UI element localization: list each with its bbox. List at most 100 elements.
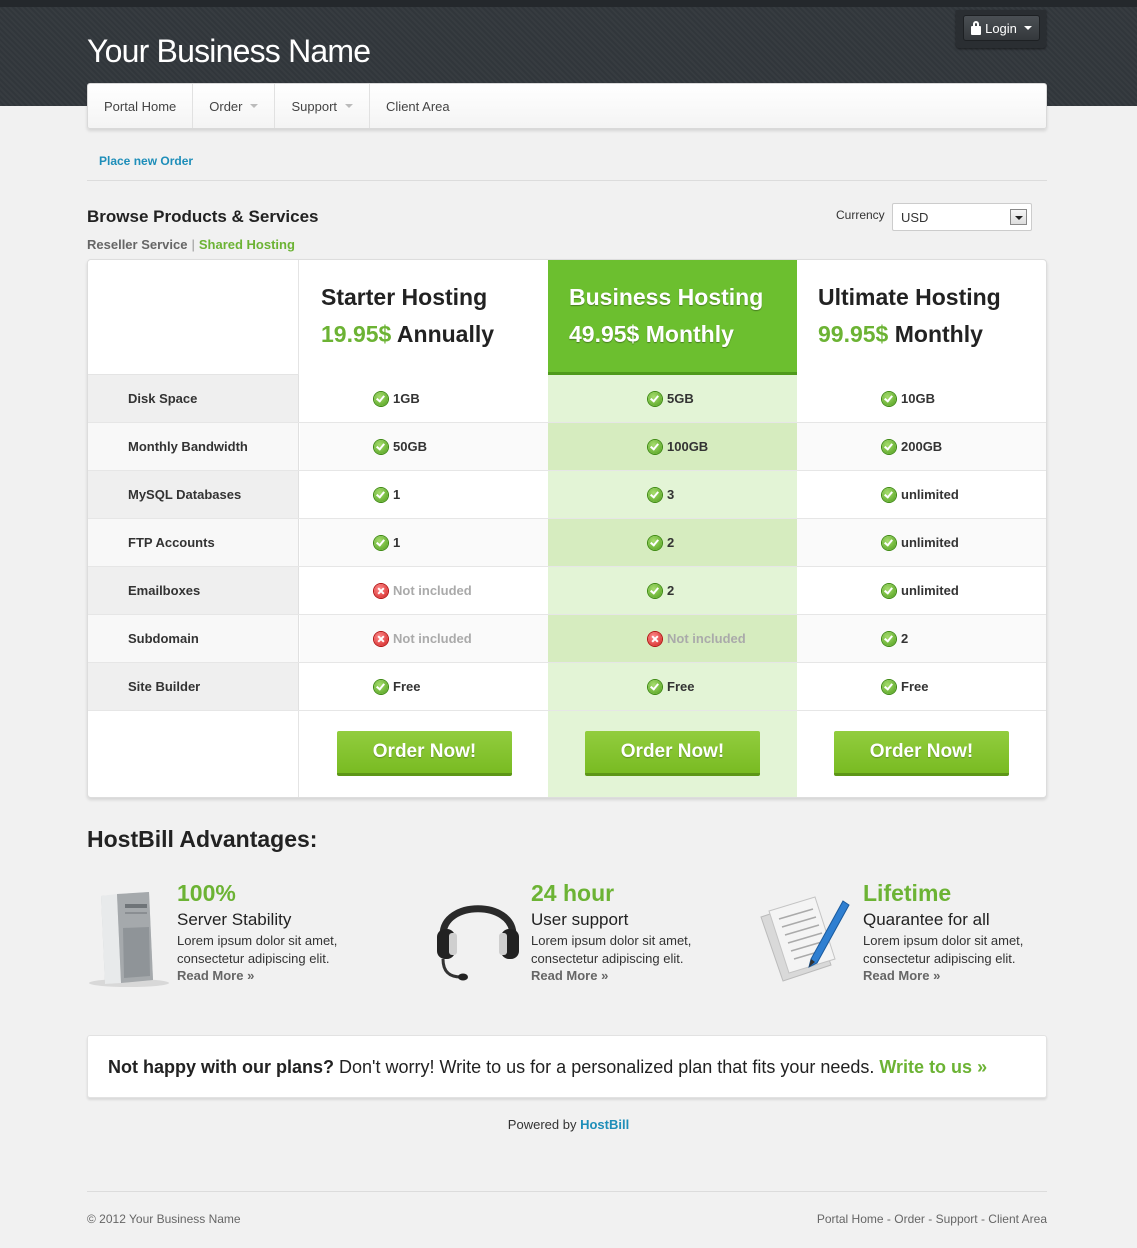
- order-cell: Order Now!: [300, 711, 548, 797]
- read-more-link[interactable]: Read More »: [531, 968, 608, 983]
- check-icon: [374, 535, 388, 550]
- dropdown-arrow-icon[interactable]: [1010, 209, 1027, 225]
- check-icon: [882, 487, 896, 502]
- footer-separator: -: [883, 1212, 895, 1226]
- order-cell: Order Now!: [797, 711, 1046, 797]
- check-icon: [374, 487, 388, 502]
- feature-cell: 1: [300, 519, 548, 566]
- pricing-corner: [88, 260, 299, 375]
- category-link-shared-hosting[interactable]: Shared Hosting: [199, 237, 295, 252]
- feature-cell: Free: [300, 663, 548, 710]
- nav-item-portal-home[interactable]: Portal Home: [88, 84, 194, 128]
- write-to-us-link[interactable]: Write to us »: [879, 1057, 987, 1077]
- read-more-link[interactable]: Read More »: [177, 968, 254, 983]
- advantage-desc: Lorem ipsum dolor sit amet, consectetur …: [531, 933, 692, 966]
- feature-value: 5GB: [667, 391, 694, 406]
- advantages-title: HostBill Advantages:: [87, 826, 318, 852]
- plan-cycle: Monthly: [894, 321, 983, 347]
- cross-icon: [374, 631, 388, 646]
- check-icon: [648, 583, 662, 598]
- feature-value: 2: [667, 583, 675, 598]
- feature-value: Free: [393, 679, 421, 694]
- feature-cell: unlimited: [797, 471, 1046, 518]
- order-now-button-starter[interactable]: Order Now!: [337, 731, 512, 776]
- feature-label: Emailboxes: [88, 567, 299, 614]
- nav-label: Client Area: [386, 98, 450, 114]
- feature-value: 100GB: [667, 439, 709, 454]
- feature-label: MySQL Databases: [88, 471, 299, 518]
- feature-value: 2: [901, 631, 909, 646]
- pricing-table: Starter Hosting 19.95$ Annually Business…: [87, 259, 1047, 798]
- check-icon: [882, 583, 896, 598]
- feature-value: Free: [667, 679, 695, 694]
- advantage-desc: Lorem ipsum dolor sit amet, consectetur …: [863, 933, 1024, 966]
- login-tab: Login: [956, 10, 1046, 48]
- cross-icon: [374, 583, 388, 598]
- plan-cycle: Monthly: [645, 321, 734, 347]
- feature-cell: 2: [797, 615, 1046, 662]
- nav-item-client-area[interactable]: Client Area: [370, 84, 466, 128]
- plan-header-starter: Starter Hosting 19.95$ Annually: [300, 260, 548, 375]
- caret-down-icon: [1023, 26, 1032, 30]
- footer-link-order[interactable]: Order: [894, 1212, 925, 1226]
- brand-title[interactable]: Your Business Name: [87, 33, 371, 70]
- feature-row: Monthly Bandwidth 50GB 100GB 200GB: [88, 423, 1046, 471]
- advantage-subline: User support: [531, 910, 629, 929]
- currency-label: Currency: [836, 208, 885, 222]
- server-icon: [89, 892, 169, 987]
- footer-link-support[interactable]: Support: [936, 1212, 978, 1226]
- order-row-corner: [88, 711, 299, 797]
- plan-amount: 99.95$: [818, 321, 889, 347]
- read-more-link[interactable]: Read More »: [863, 968, 940, 983]
- feature-cell: Not included: [300, 615, 548, 662]
- feature-label: Subdomain: [88, 615, 299, 662]
- advantage-headline: 100%: [177, 880, 236, 906]
- login-button[interactable]: Login: [963, 15, 1040, 41]
- feature-cell: 5GB: [548, 375, 797, 422]
- category-separator: |: [191, 237, 195, 252]
- check-icon: [648, 391, 662, 406]
- check-icon: [882, 391, 896, 406]
- category-links: Reseller Service | Shared Hosting: [87, 237, 295, 252]
- advantage-desc: Lorem ipsum dolor sit amet, consectetur …: [177, 933, 338, 966]
- currency-select[interactable]: USD: [892, 203, 1032, 231]
- feature-value: 1: [393, 535, 401, 550]
- feature-value: 10GB: [901, 391, 935, 406]
- feature-label: Monthly Bandwidth: [88, 423, 299, 470]
- check-icon: [882, 535, 896, 550]
- hostbill-link[interactable]: HostBill: [580, 1117, 629, 1132]
- headset-icon: [437, 905, 519, 981]
- nav-label: Portal Home: [104, 98, 177, 114]
- check-icon: [882, 679, 896, 694]
- feature-value: 2: [667, 535, 675, 550]
- section-title: Browse Products & Services: [87, 207, 319, 226]
- order-now-button-business[interactable]: Order Now!: [585, 731, 760, 776]
- plan-amount: 49.95$: [569, 321, 640, 347]
- footer-link-portal-home[interactable]: Portal Home: [817, 1212, 884, 1226]
- check-icon: [882, 439, 896, 454]
- nav-item-order[interactable]: Order: [193, 84, 276, 128]
- category-link-reseller[interactable]: Reseller Service: [87, 237, 187, 252]
- plan-price: 19.95$ Annually: [321, 321, 548, 348]
- banner-bold: Not happy with our plans?: [108, 1057, 334, 1077]
- feature-cell: 100GB: [548, 423, 797, 470]
- feature-cell: 2: [548, 519, 797, 566]
- powered-prefix: Powered by: [507, 1117, 577, 1132]
- footer-link-client-area[interactable]: Client Area: [988, 1212, 1047, 1226]
- nav-item-support[interactable]: Support: [275, 84, 371, 128]
- feature-cell: Free: [548, 663, 797, 710]
- breadcrumb: Place new Order: [87, 148, 1047, 181]
- footer-separator: -: [924, 1212, 936, 1226]
- plan-cycle: Annually: [396, 321, 495, 347]
- nav-label: Support: [291, 98, 338, 114]
- plan-name: Ultimate Hosting: [818, 284, 1001, 310]
- check-icon: [374, 679, 388, 694]
- advantage-headline: 24 hour: [531, 880, 615, 906]
- feature-value: 200GB: [901, 439, 943, 454]
- breadcrumb-item[interactable]: Place new Order: [99, 154, 193, 168]
- plan-name: Starter Hosting: [321, 284, 488, 310]
- advantage-headline: Lifetime: [863, 880, 952, 906]
- feature-cell: Free: [797, 663, 1046, 710]
- order-now-button-ultimate[interactable]: Order Now!: [834, 731, 1009, 776]
- plan-price: 49.95$ Monthly: [569, 321, 797, 348]
